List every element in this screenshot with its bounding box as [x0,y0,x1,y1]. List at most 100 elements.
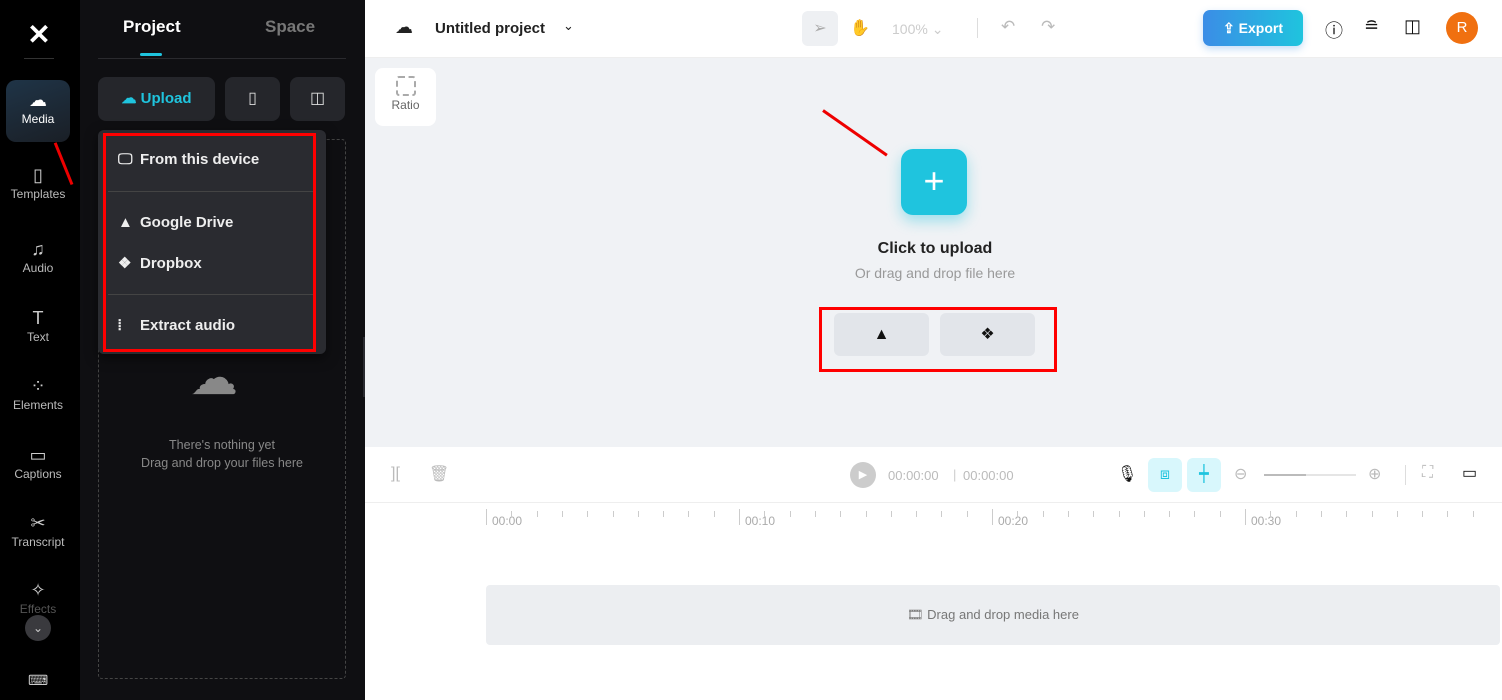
ruler-tick [561,511,563,517]
ruler-tick [511,511,513,517]
upload-button[interactable]: ☁ Upload [98,77,215,121]
canvas-area: Ratio + Click to upload Or drag and drop… [365,58,1502,447]
tab-project[interactable]: Project [123,17,181,37]
split-scene-icon[interactable]: ┿ [1187,458,1221,492]
rail-label: Transcript [11,535,65,549]
ruler-tick [1067,511,1069,517]
preview-icon[interactable]: ▭ [1462,463,1477,483]
highlight-box [103,133,316,352]
select-pointer-icon[interactable]: ➢ [802,11,838,46]
ruler-label: 00:00 [492,514,523,528]
add-media-button[interactable]: + [901,149,967,215]
tab-space[interactable]: Space [265,17,315,37]
ratio-button[interactable]: Ratio [375,68,436,126]
transcript-icon: ✂ [30,513,46,533]
ruler-tick [966,511,968,517]
keyboard-icon[interactable]: ⌨ [28,672,48,689]
ruler-tick [1320,511,1322,517]
ruler-tick [688,511,690,517]
rail-label: Elements [12,398,64,412]
rail-label: Effects [19,602,57,616]
divider [98,58,346,59]
record-video-button[interactable]: ◫ [290,77,345,121]
ruler-tick [1270,511,1272,517]
rail-item-templates[interactable]: ▯ Templates [6,155,70,217]
microphone-icon[interactable]: 🎙 [1117,464,1137,484]
auto-snap-icon[interactable]: ⧈ [1148,458,1182,492]
divider [977,18,978,38]
phone-upload-button[interactable]: ▯ [225,77,280,121]
ruler-tick [865,511,867,517]
rail-item-audio[interactable]: ♫ Audio [6,229,70,291]
ruler-tick [1396,511,1398,517]
upload-title[interactable]: Click to upload [765,240,1105,258]
ruler-tick [1169,511,1171,517]
export-button[interactable]: ⇪ Export [1203,10,1303,46]
rail-item-media[interactable]: ☁ Media [6,80,70,142]
more-chevron-down-icon[interactable]: ⌄ [25,615,51,641]
split-icon[interactable]: ][ [391,465,400,483]
ruler-tick [486,509,487,525]
rail-item-transcript[interactable]: ✂ Transcript [6,503,70,565]
undo-icon[interactable]: ↶ [1001,17,1015,37]
zoom-out-icon[interactable]: ⊖ [1234,464,1247,484]
delete-icon[interactable]: 🗑 [429,464,449,484]
cloud-upload-icon: ☁ [29,90,47,110]
text-icon: T [32,308,44,328]
empty-title: There's nothing yet [169,438,275,452]
zoom-select[interactable]: 100% ⌄ [892,21,943,38]
ruler-tick [840,511,842,517]
rail-item-captions[interactable]: ▭ Captions [6,435,70,497]
ruler-label: 00:10 [745,514,776,528]
rail-label: Audio [22,261,54,275]
active-tab-indicator [140,53,162,56]
ruler-tick [916,511,918,517]
play-button[interactable]: ▶ [850,462,876,488]
hand-icon[interactable]: ✋ [850,18,870,38]
rail-item-text[interactable]: T Text [6,298,70,360]
music-icon: ♫ [31,239,45,259]
layout-icon[interactable]: ◫ [1404,16,1421,37]
media-track-dropzone[interactable]: 🎞 Drag and drop media here [486,585,1500,645]
elements-icon: ⁘ [30,376,46,396]
rail-item-elements[interactable]: ⁘ Elements [6,366,70,428]
ruler-tick [1042,511,1044,517]
ruler-tick [1194,511,1196,517]
upload-label: Upload [140,90,192,107]
total-time: 00:00:00 [963,468,1014,483]
ruler-tick [890,511,892,517]
phone-icon: ▯ [248,90,257,107]
ruler-tick [1219,511,1221,517]
ruler-tick [536,511,538,517]
ruler-tick [612,511,614,517]
chevron-down-icon[interactable]: ⌄ [563,18,574,34]
zoom-value: 100% [892,21,928,37]
avatar[interactable]: R [1446,12,1478,44]
zoom-slider[interactable] [1264,474,1356,476]
ruler-tick [1118,511,1120,517]
ruler-tick [1346,511,1348,517]
redo-icon[interactable]: ↷ [1041,17,1055,37]
ruler-tick [587,511,589,517]
cloud-icon: ☁ [395,17,413,37]
highlight-box [819,307,1057,372]
current-time: 00:00:00 [888,468,939,483]
ruler-tick [1472,511,1474,517]
effects-icon: ✧ [30,580,46,600]
left-rail: ✕ ☁ Media ▯ Templates ♫ Audio T Text ⁘ Elemen… [0,0,80,700]
cloud-upload-icon: ☁ [190,352,238,405]
time-separator: | [953,467,957,482]
ruler-tick [1422,511,1424,517]
fullscreen-icon[interactable]: ⛶ [1422,464,1433,482]
layers-icon[interactable]: ≘ [1364,16,1379,37]
divider [1405,465,1406,485]
ruler-tick [789,511,791,517]
zoom-in-icon[interactable]: ⊕ [1368,464,1381,484]
share-icon: ⇪ [1223,20,1239,36]
project-name[interactable]: Untitled project [435,20,545,37]
help-icon[interactable]: ⓘ [1325,17,1343,43]
track-hint: Drag and drop media here [927,607,1079,622]
ratio-icon [395,76,416,96]
divider [24,58,54,59]
ruler-tick [1245,509,1246,525]
